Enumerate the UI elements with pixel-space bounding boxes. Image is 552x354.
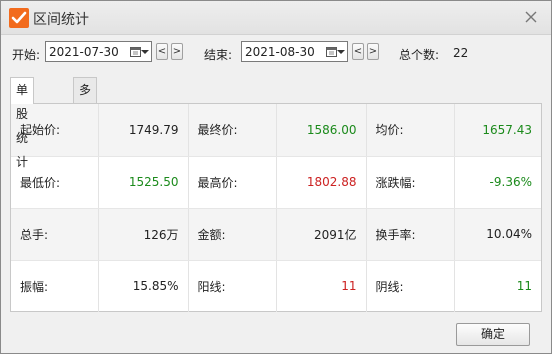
start-prev-button[interactable]: < [156,43,168,60]
amount-value: 2091亿 [276,208,367,261]
up-candles-value: 11 [276,260,367,312]
stats-table: 起始价: 1749.79 最终价: 1586.00 均价: 1657.43 最低… [11,104,541,312]
amplitude-value: 15.85% [98,260,189,312]
down-candles-label: 阴线: [366,260,455,312]
start-date-picker[interactable]: 2021-07-30 [45,41,152,62]
low-price-value: 1525.50 [98,156,189,209]
high-price-value: 1802.88 [276,156,367,209]
chevron-down-icon[interactable] [337,50,345,54]
total-volume-value: 126万 [98,208,189,261]
stats-panel: 起始价: 1749.79 最终价: 1586.00 均价: 1657.43 最低… [10,103,542,312]
start-next-button[interactable]: > [171,43,183,60]
calendar-icon[interactable] [326,46,337,60]
average-price-value: 1657.43 [454,104,541,157]
down-candles-value: 11 [516,279,532,294]
turnover-rate-label: 换手率: [366,208,455,261]
high-price-label: 最高价: [188,156,277,209]
start-date-value: 2021-07-30 [49,45,119,59]
table-row: 总手: 126万 金额: 2091亿 换手率: 10.04% [11,208,541,261]
total-count-value: 22 [453,46,469,60]
end-date-value: 2021-08-30 [245,45,315,59]
tab-single-stock[interactable]: 单股统计 [10,77,35,169]
date-range-toolbar: 开始: 2021-07-30 < > 结束: 2021-08-30 < > 总个… [1,37,551,67]
end-date-label: 结束: [204,48,233,62]
title-bar: 区间统计 [1,1,551,35]
close-icon[interactable] [523,9,539,25]
tab-multi-stock-compare[interactable]: 多股比较 [73,77,98,169]
calendar-icon[interactable] [130,46,141,60]
final-price-value: 1586.00 [276,104,367,157]
table-row: 起始价: 1749.79 最终价: 1586.00 均价: 1657.43 [11,104,541,157]
end-date-picker[interactable]: 2021-08-30 [241,41,348,62]
amplitude-label: 振幅: [11,260,99,312]
checkmark-icon [9,8,29,28]
final-price-label: 最终价: [188,104,277,157]
start-date-label: 开始: [12,48,41,62]
end-next-button[interactable]: > [367,43,379,60]
ok-button[interactable]: 确定 [456,323,530,346]
stats-dialog: 区间统计 开始: 2021-07-30 < > 结束: 2021-08-30 <… [0,0,552,354]
amount-label: 金额: [188,208,277,261]
total-volume-label: 总手: [11,208,99,261]
table-row: 振幅: 15.85% 阳线: 11 阴线: 11 [11,260,541,312]
table-row: 最低价: 1525.50 最高价: 1802.88 涨跌幅: -9.36% [11,156,541,209]
change-pct-value: -9.36% [454,156,541,209]
start-price-value: 1749.79 [98,104,189,157]
average-price-label: 均价: [366,104,455,157]
end-prev-button[interactable]: < [352,43,364,60]
window-title: 区间统计 [33,12,89,28]
turnover-rate-value: 10.04% [454,208,541,261]
chevron-down-icon[interactable] [141,50,149,54]
up-candles-label: 阳线: [188,260,277,312]
total-count-label: 总个数: [399,48,440,62]
change-pct-label: 涨跌幅: [366,156,455,209]
